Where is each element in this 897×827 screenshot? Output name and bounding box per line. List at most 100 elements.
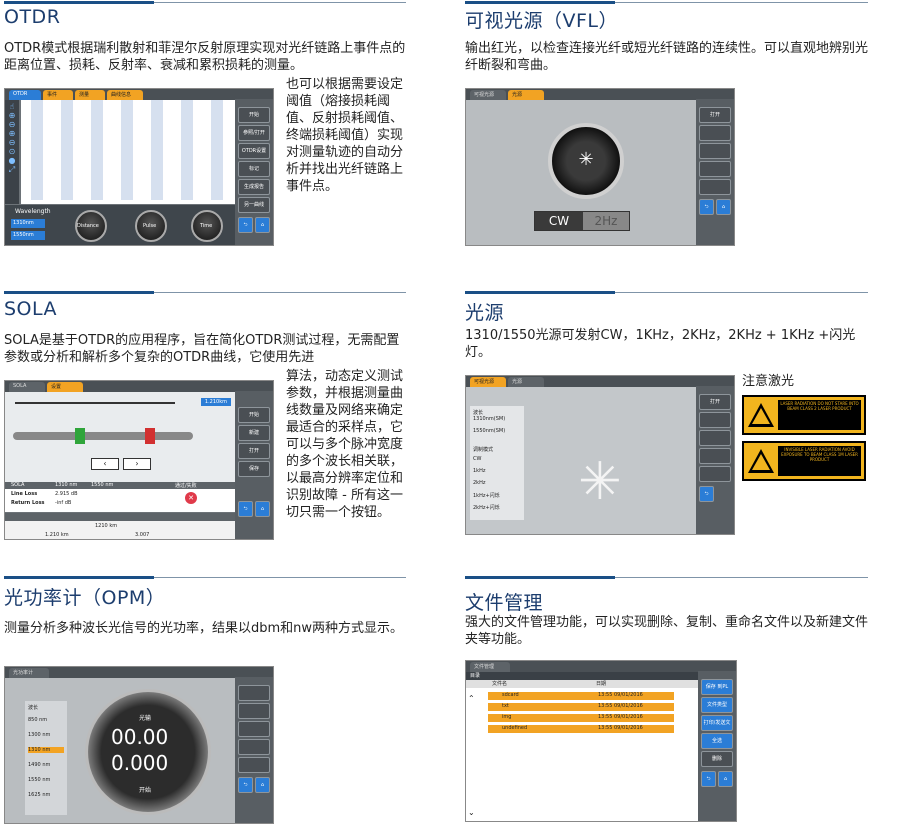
ls-freq-cw[interactable]: CW (473, 456, 481, 462)
sola-col-2: 1310 nm (55, 482, 78, 488)
tab-vfl[interactable]: 可视光源 (470, 377, 506, 387)
otdr-marker-button[interactable]: 标记 (238, 161, 270, 177)
sola-next-button[interactable]: › (123, 458, 151, 470)
table-row[interactable]: sdcard 13:55 09/01/2016 (488, 692, 674, 700)
ls-empty-button-2[interactable] (699, 430, 731, 446)
tab-light-source[interactable]: 光源 (508, 90, 544, 100)
opm-empty-button-4[interactable] (238, 739, 270, 755)
file-date: 13:55 09/01/2016 (598, 725, 643, 731)
sola-prev-button[interactable]: ‹ (91, 458, 119, 470)
table-row[interactable]: undefined 13:55 09/01/2016 (488, 725, 674, 733)
files-save-button[interactable]: 保存 到PL (701, 679, 733, 695)
laser-label-1: LASER RADIATION DO NOT STARE INTO BEAM C… (742, 395, 866, 435)
sola-start-button[interactable]: 开始 (238, 407, 270, 423)
tab-events[interactable]: 事件 (43, 90, 73, 100)
files-scroll-down[interactable]: ⌄ (468, 808, 475, 817)
vfl-laser-button[interactable]: ✳ (548, 123, 624, 199)
opm-start-label[interactable]: 开始 (139, 785, 151, 794)
otdr-start-button[interactable]: 开始 (238, 107, 270, 123)
home-icon[interactable]: ⌂ (716, 199, 731, 215)
ls-rule (465, 291, 868, 294)
tab-opm[interactable]: 光功率计 (9, 668, 49, 678)
tab-otdr[interactable]: OTDR (9, 90, 41, 100)
vfl-empty-button-2[interactable] (699, 143, 731, 159)
tab-sola-settings[interactable]: 设置 (47, 382, 83, 392)
opm-wl-850[interactable]: 850 nm (28, 717, 47, 723)
vfl-open-button[interactable]: 打开 (699, 107, 731, 123)
table-row[interactable]: img 13:55 09/01/2016 (488, 714, 674, 722)
ls-wl-1310[interactable]: 1310nm(SM) (473, 416, 505, 422)
files-scroll-up[interactable]: ⌃ (468, 694, 475, 703)
sola-distance: 1.210km (200, 398, 231, 406)
opm-reading-dbm: 00.00 (111, 725, 169, 749)
ls-wl-1550[interactable]: 1550nm(SM) (473, 428, 505, 434)
sola-new-button[interactable]: 新建 (238, 425, 270, 441)
vfl-mode-toggle[interactable]: CW 2Hz (534, 211, 630, 231)
sola-event-green[interactable] (75, 428, 85, 444)
back-icon[interactable]: ⮌ (238, 777, 253, 793)
vfl-title: 可视光源（VFL） (465, 10, 619, 32)
wavelength-1550[interactable]: 1550nm (11, 231, 45, 240)
ls-freq-2k-flash[interactable]: 2kHz+闪烁 (473, 504, 500, 511)
back-icon[interactable]: ⮌ (701, 771, 716, 787)
sola-save-button[interactable]: 保存 (238, 461, 270, 477)
tab-measure[interactable]: 测量 (75, 90, 105, 100)
ls-empty-button-4[interactable] (699, 466, 731, 482)
sola-open-button[interactable]: 打开 (238, 443, 270, 459)
back-icon[interactable]: ⮌ (238, 217, 253, 233)
tab-light-source[interactable]: 光源 (508, 377, 544, 387)
sola-event-red[interactable] (145, 428, 155, 444)
ls-freq-2k[interactable]: 2kHz (473, 480, 485, 486)
files-select-all-button[interactable]: 全选 (701, 733, 733, 749)
pulse-label: Pulse (143, 223, 157, 229)
opm-empty-button-5[interactable] (238, 757, 270, 773)
otdr-open-button[interactable]: 参照/打开 (238, 125, 270, 141)
tab-sola[interactable]: SOLA (9, 382, 45, 392)
tab-files[interactable]: 文件管理 (470, 662, 510, 672)
back-icon[interactable]: ⮌ (699, 199, 714, 215)
table-row[interactable]: txt 13:55 09/01/2016 (488, 703, 674, 711)
otdr-trace2-button[interactable]: 另一曲线 (238, 197, 270, 213)
opm-wl-1625[interactable]: 1625 nm (28, 792, 50, 798)
zoom-icon[interactable]: ☝ ⊕ ⊖ ⊕ ⊖ ⊙ ● ⤢ (5, 102, 19, 175)
back-icon[interactable]: ⮌ (699, 486, 714, 502)
opm-wl-1550[interactable]: 1550 nm (28, 777, 50, 783)
tab-trace-info[interactable]: 曲线信息 (107, 90, 143, 100)
mode-cw[interactable]: CW (535, 212, 583, 230)
opm-empty-button-3[interactable] (238, 721, 270, 737)
time-label: Time (200, 223, 213, 229)
vfl-empty-button-3[interactable] (699, 161, 731, 177)
ls-freq-1k[interactable]: 1kHz (473, 468, 485, 474)
ls-freq-1k-flash[interactable]: 1kHz+闪烁 (473, 492, 500, 499)
mode-2hz[interactable]: 2Hz (583, 212, 629, 230)
files-path: 目录 (466, 672, 700, 680)
files-col-name[interactable]: 文件名 (492, 680, 507, 687)
files-delete-button[interactable]: 删除 (701, 751, 733, 767)
vfl-empty-button-4[interactable] (699, 179, 731, 195)
otdr-settings-button[interactable]: OTDR设置 (238, 143, 270, 159)
home-icon[interactable]: ⌂ (255, 501, 270, 517)
opm-wl-1300[interactable]: 1300 nm (28, 732, 50, 738)
vfl-empty-button-1[interactable] (699, 125, 731, 141)
back-icon[interactable]: ⮌ (238, 501, 253, 517)
wavelength-label: Wavelength (15, 208, 51, 215)
ls-open-button[interactable]: 打开 (699, 394, 731, 410)
files-col-date[interactable]: 日期 (596, 680, 606, 687)
ls-empty-button-1[interactable] (699, 412, 731, 428)
opm-wl-1490[interactable]: 1490 nm (28, 762, 50, 768)
vfl-screenshot: 可视光源 光源 ✳ CW 2Hz 打开 ⮌ ⌂ (465, 88, 735, 246)
file-name: txt (502, 703, 509, 709)
wavelength-1310[interactable]: 1310nm (11, 219, 45, 228)
laser-warning-title: 注意激光 (742, 374, 795, 389)
otdr-report-button[interactable]: 生成报告 (238, 179, 270, 195)
home-icon[interactable]: ⌂ (718, 771, 733, 787)
files-type-button[interactable]: 文件类型 (701, 697, 733, 713)
files-send-button[interactable]: 打印/发送文件 (701, 715, 733, 740)
ls-empty-button-3[interactable] (699, 448, 731, 464)
home-icon[interactable]: ⌂ (255, 777, 270, 793)
home-icon[interactable]: ⌂ (255, 217, 270, 233)
tab-vfl[interactable]: 可视光源 (470, 90, 506, 100)
opm-empty-button-2[interactable] (238, 703, 270, 719)
opm-wl-1310[interactable]: 1310 nm (28, 747, 64, 753)
opm-empty-button-1[interactable] (238, 685, 270, 701)
